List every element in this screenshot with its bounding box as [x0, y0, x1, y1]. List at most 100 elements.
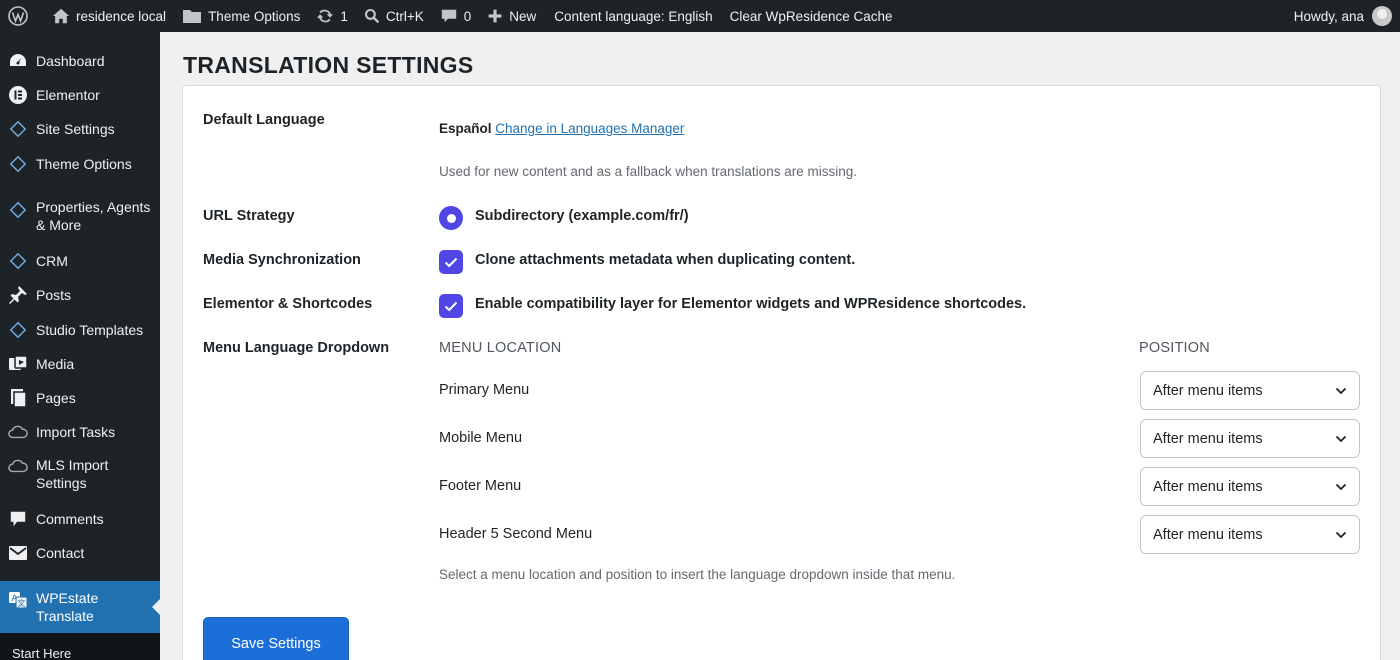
comment-icon — [441, 9, 456, 23]
header5-second-menu-position-select[interactable]: After menu items — [1140, 515, 1360, 554]
sidebar-item-theme-options[interactable]: Theme Options — [0, 149, 160, 179]
howdy-greeting: Howdy, ana — [1293, 8, 1364, 24]
sidebar-item-media[interactable]: Media — [0, 349, 160, 379]
sidebar-item-studio-templates[interactable]: Studio Templates — [0, 315, 160, 345]
pages-icon — [8, 388, 28, 408]
content-language-link[interactable]: Content language: English — [544, 0, 720, 32]
diamond-icon — [8, 154, 28, 174]
clear-cache-link[interactable]: Clear WpResidence Cache — [721, 0, 901, 32]
avatar — [1372, 6, 1392, 26]
sidebar-item-crm[interactable]: CRM — [0, 246, 160, 276]
wordpress-logo[interactable] — [0, 0, 44, 32]
languages-manager-link[interactable]: Change in Languages Manager — [495, 121, 684, 136]
sidebar-item-label: Media — [36, 356, 75, 372]
search-shortcut-link[interactable]: Ctrl+K — [356, 0, 432, 32]
sidebar-item-label: Posts — [36, 287, 72, 303]
diamond-icon — [8, 200, 28, 220]
sidebar-item-label: Comments — [36, 511, 104, 527]
sidebar-item-posts[interactable]: Posts — [0, 280, 160, 310]
dashboard-icon — [8, 51, 28, 71]
admin-sidebar: Dashboard Elementor Site Settings Theme … — [0, 32, 160, 660]
chevron-down-icon — [1335, 531, 1347, 539]
elementor-option-label: Enable compatibility layer for Elementor… — [475, 296, 1027, 312]
media-sync-option-label: Clone attachments metadata when duplicat… — [475, 252, 856, 268]
sidebar-item-wpestate-translate[interactable]: A文 WPEstate Translate — [0, 581, 160, 633]
folder-icon — [183, 10, 202, 23]
chevron-down-icon — [1335, 387, 1347, 395]
menu-dropdown-label: Menu Language Dropdown — [203, 340, 390, 356]
theme-options-link[interactable]: Theme Options — [174, 0, 308, 32]
menu-dropdown-help: Select a menu location and position to i… — [439, 567, 956, 582]
elementor-compat-checkbox[interactable] — [439, 294, 463, 318]
translate-icon: A文 — [8, 590, 28, 610]
menu-location-header5-second: Header 5 Second Menu — [439, 526, 593, 542]
chevron-down-icon — [1335, 483, 1347, 491]
menu-location-footer: Footer Menu — [439, 478, 522, 494]
menu-location-mobile: Mobile Menu — [439, 430, 523, 446]
search-shortcut: Ctrl+K — [385, 8, 424, 24]
theme-options-label: Theme Options — [208, 8, 301, 24]
media-sync-label: Media Synchronization — [203, 252, 361, 268]
my-account[interactable]: Howdy, ana — [1294, 6, 1400, 26]
submenu-item-label: Start Here — [12, 646, 72, 660]
home-icon — [52, 8, 70, 24]
pin-icon — [8, 285, 28, 305]
comments-link[interactable]: 0 — [432, 0, 480, 32]
select-value: After menu items — [1153, 430, 1263, 447]
url-strategy-label: URL Strategy — [203, 208, 295, 224]
sidebar-item-mls-import-settings[interactable]: MLS Import Settings — [0, 456, 160, 496]
sidebar-item-contact[interactable]: Contact — [0, 538, 160, 568]
cloud-icon — [8, 422, 28, 442]
new-label: New — [509, 8, 537, 24]
comments-count: 0 — [463, 8, 472, 24]
checkmark-icon — [444, 301, 458, 311]
svg-text:文: 文 — [18, 598, 26, 608]
subdirectory-radio[interactable] — [439, 206, 463, 230]
sidebar-item-label: Theme Options — [36, 156, 132, 172]
elementor-label: Elementor & Shortcodes — [203, 296, 373, 312]
select-value: After menu items — [1153, 526, 1263, 543]
sidebar-item-elementor[interactable]: Elementor — [0, 80, 160, 110]
plus-icon — [488, 9, 502, 23]
search-icon — [364, 8, 380, 24]
sidebar-item-label: CRM — [36, 253, 68, 269]
wordpress-icon — [8, 6, 28, 26]
sidebar-item-label: Studio Templates — [36, 322, 144, 338]
sidebar-item-label: WPEstate Translate — [36, 590, 99, 624]
mail-icon — [8, 543, 28, 563]
primary-menu-position-select[interactable]: After menu items — [1140, 371, 1360, 410]
site-name-link[interactable]: residence local — [44, 0, 174, 32]
clear-cache-label: Clear WpResidence Cache — [729, 8, 893, 24]
sidebar-item-label: MLS Import Settings — [36, 457, 109, 491]
default-language-label: Default Language — [203, 112, 325, 128]
select-value: After menu items — [1153, 478, 1263, 495]
submenu-item-start-here[interactable]: Start Here — [0, 633, 160, 660]
sidebar-item-site-settings[interactable]: Site Settings — [0, 114, 160, 144]
sidebar-item-comments[interactable]: Comments — [0, 504, 160, 534]
save-settings-button[interactable]: Save Settings — [203, 617, 349, 660]
checkmark-icon — [444, 257, 458, 267]
default-language-value-row: Español Change in Languages Manager — [439, 121, 684, 136]
media-icon — [8, 354, 28, 374]
default-language-value: Español — [439, 121, 492, 136]
media-sync-checkbox[interactable] — [439, 250, 463, 274]
cloud-icon — [8, 456, 28, 476]
mobile-menu-position-select[interactable]: After menu items — [1140, 419, 1360, 458]
sidebar-item-properties[interactable]: Properties, Agents & More — [0, 198, 160, 238]
select-value: After menu items — [1153, 382, 1263, 399]
menu-location-primary: Primary Menu — [439, 382, 530, 398]
updates-icon — [317, 9, 334, 23]
new-content-link[interactable]: New — [479, 0, 544, 32]
content-language: Content language: English — [554, 8, 713, 24]
sidebar-item-import-tasks[interactable]: Import Tasks — [0, 417, 160, 447]
admin-bar: residence local Theme Options 1 Ctrl+K 0… — [0, 0, 1400, 32]
sidebar-item-label: Import Tasks — [36, 424, 116, 440]
updates-link[interactable]: 1 — [308, 0, 356, 32]
sidebar-item-dashboard[interactable]: Dashboard — [0, 46, 160, 76]
menu-location-column-header: MENU LOCATION — [439, 340, 562, 356]
footer-menu-position-select[interactable]: After menu items — [1140, 467, 1360, 506]
sidebar-item-label: Dashboard — [36, 53, 105, 69]
sidebar-item-pages[interactable]: Pages — [0, 383, 160, 413]
diamond-icon — [8, 119, 28, 139]
sidebar-item-label: Elementor — [36, 87, 100, 103]
